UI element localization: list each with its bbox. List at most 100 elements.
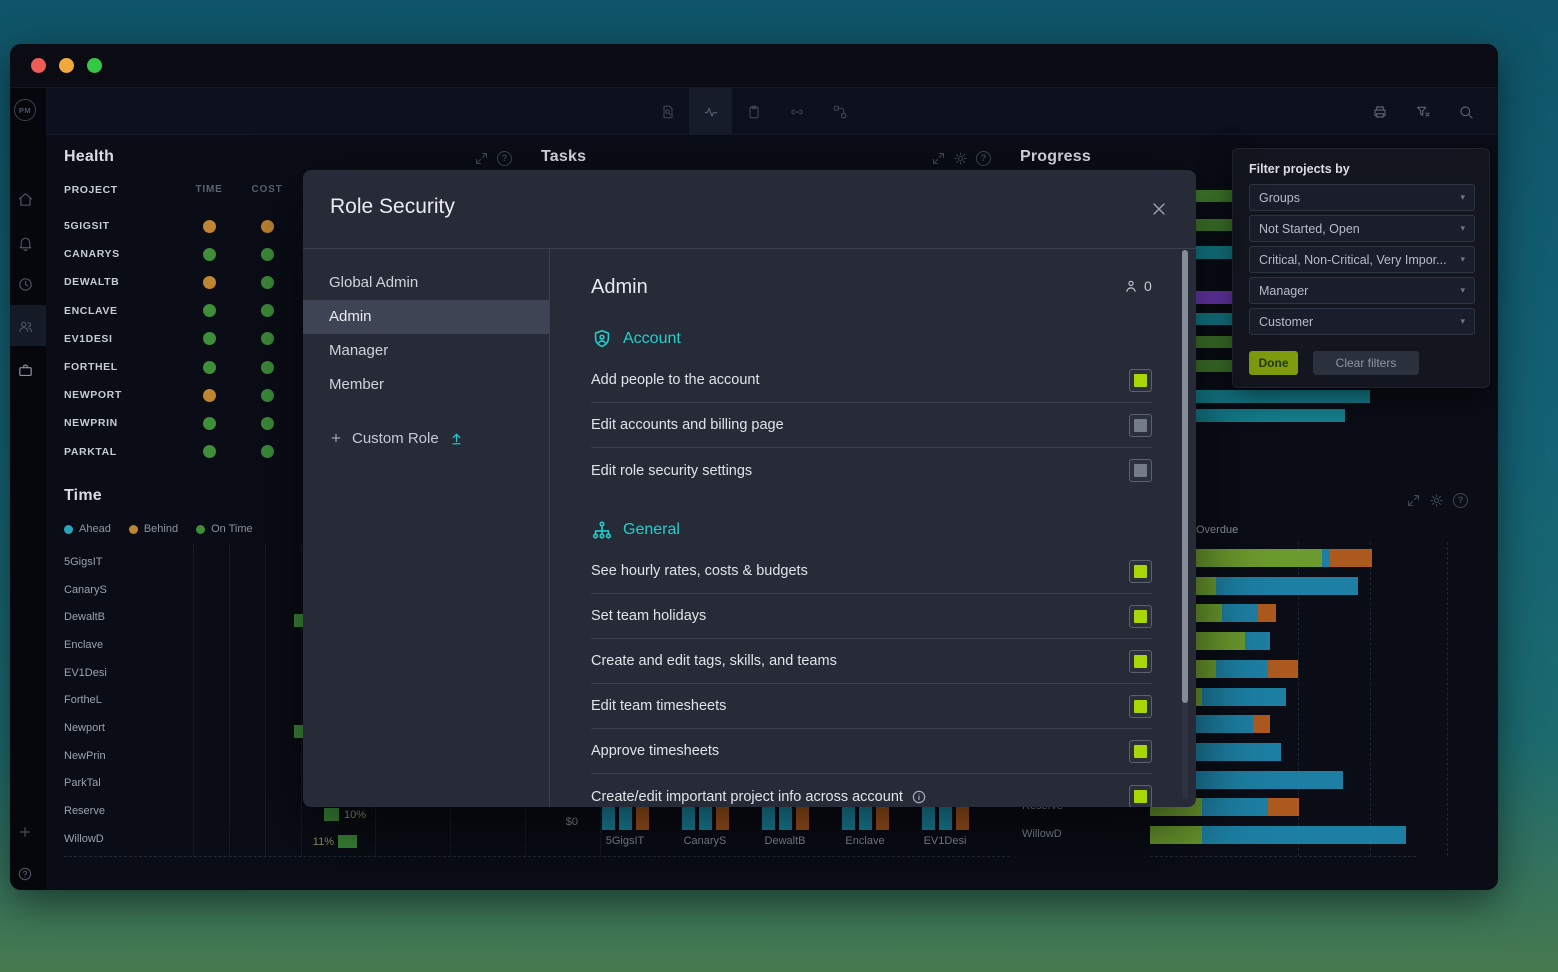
clear-filters-button[interactable]: Clear filters [1313, 351, 1419, 375]
permission-checkbox[interactable] [1129, 414, 1152, 437]
time-row-label: WillowD [64, 825, 184, 853]
time-row-label: NewPrin [64, 742, 184, 770]
plus-icon[interactable] [16, 823, 34, 841]
health-project-name: NEWPRIN [64, 417, 180, 429]
topbar-tab-file-search[interactable] [646, 88, 689, 135]
help-icon[interactable] [16, 865, 34, 883]
close-icon[interactable] [1147, 197, 1171, 221]
legend-dot [64, 525, 73, 534]
close-traffic-light[interactable] [31, 58, 46, 73]
health-row[interactable]: PARKTAL [64, 438, 296, 466]
topbar-tab-workflow[interactable] [818, 88, 861, 135]
chart-bar-workload-chart [1202, 798, 1268, 816]
topbar-tab-clipboard[interactable] [732, 88, 775, 135]
legend-label: On Time [211, 523, 253, 535]
health-cost-cell [238, 389, 296, 402]
filter-dropdown-value: Critical, Non-Critical, Very Impor... [1259, 251, 1447, 269]
topbar-tab-activity[interactable] [689, 88, 732, 135]
permission-checkbox[interactable] [1129, 650, 1152, 673]
status-dot [203, 361, 216, 374]
health-row[interactable]: DEWALTB [64, 268, 296, 296]
time-panel-title: Time [64, 487, 102, 505]
health-row[interactable]: CANARYS [64, 240, 296, 268]
permission-checkbox[interactable] [1129, 560, 1152, 583]
health-row[interactable]: NEWPORT [64, 381, 296, 409]
permission-row: Add people to the account [591, 358, 1152, 403]
health-row[interactable]: EV1DESI [64, 325, 296, 353]
modal-scrollbar-thumb[interactable] [1182, 250, 1188, 703]
bell-icon[interactable] [16, 234, 34, 252]
modal-header-divider [303, 248, 1196, 249]
tasks-help-icon[interactable]: ? [976, 151, 991, 166]
filter-dropdown[interactable]: Manager▾ [1249, 277, 1475, 304]
health-project-name: ENCLAVE [64, 305, 180, 317]
permission-checkbox[interactable] [1129, 605, 1152, 628]
cost-category-labels: 5GigsITCanarySDewaltBEnclaveEV1Desi [585, 835, 985, 847]
clock-icon[interactable] [16, 275, 34, 293]
workload-row-label-willowd: WillowD [1022, 828, 1062, 840]
health-cost-cell [238, 332, 296, 345]
health-project-name: FORTHEL [64, 361, 180, 373]
health-time-cell [180, 332, 238, 345]
upgrade-icon [448, 430, 465, 447]
health-expand-icon[interactable] [474, 151, 489, 166]
health-cost-cell [238, 304, 296, 317]
health-row[interactable]: ENCLAVE [64, 297, 296, 325]
search-icon[interactable] [1458, 104, 1474, 120]
topbar-tab-link[interactable] [775, 88, 818, 135]
health-project-name: PARKTAL [64, 446, 180, 458]
health-cost-cell [238, 276, 296, 289]
health-row[interactable]: NEWPRIN [64, 409, 296, 437]
permission-checkbox[interactable] [1129, 695, 1152, 718]
chart-bar-workload-chart [1268, 660, 1298, 678]
status-dot [203, 276, 216, 289]
filter-dropdown[interactable]: Not Started, Open▾ [1249, 215, 1475, 242]
filter-projects-panel: Filter projects by Groups▾Not Started, O… [1232, 148, 1490, 388]
chevron-down-icon: ▾ [1460, 285, 1465, 296]
maximize-traffic-light[interactable] [87, 58, 102, 73]
health-row[interactable]: FORTHEL [64, 353, 296, 381]
health-help-icon[interactable]: ? [497, 151, 512, 166]
health-column-header: COST [238, 184, 296, 200]
role-item-global-admin[interactable]: Global Admin [303, 266, 549, 300]
permission-checkbox[interactable] [1129, 785, 1152, 807]
info-icon[interactable] [911, 789, 927, 805]
permission-label: Edit team timesheets [591, 698, 726, 714]
chart-bar-workload-chart [1202, 688, 1286, 706]
custom-role-button[interactable]: Custom Role [329, 422, 465, 454]
chart-bar-workload-chart [1150, 826, 1202, 844]
time-gridline [193, 544, 194, 856]
team-icon[interactable] [16, 317, 34, 335]
health-cost-cell [238, 220, 296, 233]
filter-clear-icon[interactable] [1415, 104, 1431, 120]
permission-checkbox[interactable] [1129, 740, 1152, 763]
role-item-manager[interactable]: Manager [303, 334, 549, 368]
permission-row: Edit accounts and billing page [591, 403, 1152, 448]
chevron-down-icon: ▾ [1460, 192, 1465, 203]
filter-dropdown[interactable]: Critical, Non-Critical, Very Impor...▾ [1249, 246, 1475, 273]
role-item-admin[interactable]: Admin [303, 300, 549, 334]
health-time-cell [180, 304, 238, 317]
printer-icon[interactable] [1372, 104, 1388, 120]
tasks-expand-icon[interactable] [931, 151, 946, 166]
time-row-label: ParkTal [64, 770, 184, 798]
workload-help-icon[interactable]: ? [1453, 493, 1468, 508]
tasks-settings-icon[interactable] [953, 151, 968, 166]
workload-settings-icon[interactable] [1429, 493, 1444, 508]
chart-bar-workload-chart [1268, 798, 1299, 816]
briefcase-icon[interactable] [16, 361, 34, 379]
role-user-count-value: 0 [1144, 278, 1152, 294]
health-row[interactable]: 5GIGSIT [64, 212, 296, 240]
permission-checkbox[interactable] [1129, 459, 1152, 482]
role-item-member[interactable]: Member [303, 368, 549, 402]
workload-expand-icon[interactable] [1406, 493, 1421, 508]
health-cost-cell [238, 445, 296, 458]
done-button[interactable]: Done [1249, 351, 1298, 375]
home-icon[interactable] [16, 190, 34, 208]
permission-checkbox[interactable] [1129, 369, 1152, 392]
filter-dropdown[interactable]: Groups▾ [1249, 184, 1475, 211]
status-dot [203, 220, 216, 233]
time-row-label: FortheL [64, 686, 184, 714]
minimize-traffic-light[interactable] [59, 58, 74, 73]
filter-dropdown[interactable]: Customer▾ [1249, 308, 1475, 335]
